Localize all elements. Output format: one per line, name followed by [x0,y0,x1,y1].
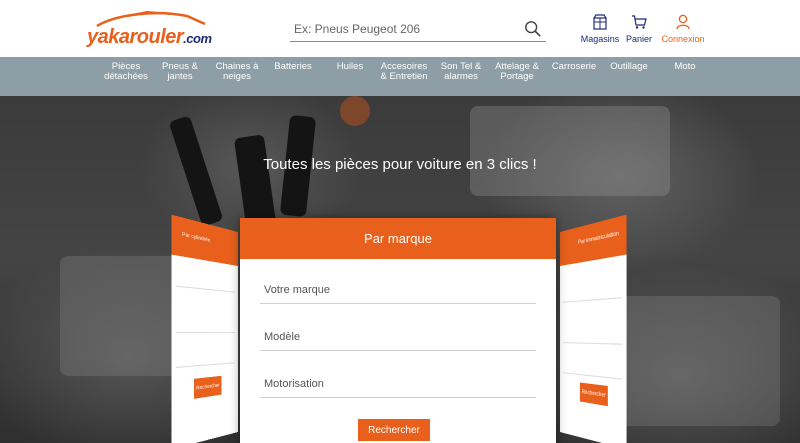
card-left-divider-2 [175,332,235,334]
hero-title: Toutes les pièces pour voiture en 3 clic… [263,156,537,173]
logo-domain: .com [183,31,212,46]
rechercher-button[interactable]: Rechercher [358,419,430,441]
connexion-label: Connexion [661,34,705,44]
card-right-divider-2 [563,342,623,345]
engine-input[interactable] [260,372,536,396]
logo-text: yakarouler.com [87,26,212,49]
search-card-marque: Par marque Rechercher [240,218,556,443]
nav-item-chaines[interactable]: Chaines à neiges [214,62,260,82]
logo-name: yakarouler [87,26,184,48]
nav-item-pieces[interactable]: Pièces détachées [98,62,154,82]
cable-connector-shape [233,134,277,228]
connexion-link[interactable]: Connexion [661,14,705,44]
card-left-search-button[interactable]: Rechercher [194,375,222,399]
nav-item-huiles[interactable]: Huiles [330,62,370,72]
user-icon [676,14,690,30]
header: yakarouler.com Magasins Panier Co [0,0,800,57]
brand-field [260,278,536,304]
card-left-title: Par cylindrée [182,231,211,245]
nav-item-accessoires[interactable]: Accesoires & Entretien [377,62,431,82]
magasins-link[interactable]: Magasins [579,14,621,44]
main-card-title: Par marque [240,218,556,259]
logo[interactable]: yakarouler.com [87,10,217,49]
nav-item-carroserie[interactable]: Carroserie [549,62,599,72]
panier-link[interactable]: Panier [624,14,654,44]
engine-part-shape [470,106,670,196]
card-left-divider-3 [175,362,235,369]
nav-item-batteries[interactable]: Batteries [270,62,316,72]
brand-input[interactable] [260,278,536,302]
cart-icon [632,15,647,29]
search-icon[interactable] [524,20,542,38]
orange-cap-shape [340,96,370,126]
engine-field [260,372,536,398]
nav-item-pneus[interactable]: Pneus & jantes [158,62,202,82]
magasins-label: Magasins [580,34,620,44]
search-input[interactable] [290,18,510,40]
card-right-title: Par immatriculation [578,230,619,247]
engine-block-shape [620,296,780,426]
search-card-immatriculation[interactable]: Par immatriculation Rechercher [560,214,627,443]
main-nav: Pièces détachées Pneus & jantes Chaines … [0,57,800,96]
card-right-divider [563,297,623,303]
search-card-cylindree[interactable]: Par cylindrée Rechercher [171,214,238,443]
card-right-divider-3 [563,372,623,380]
nav-item-moto[interactable]: Moto [666,62,704,72]
card-left-divider [175,285,235,293]
nav-item-outillage[interactable]: Outillage [606,62,652,72]
model-input[interactable] [260,325,536,349]
nav-item-son-tel[interactable]: Son Tel & alarmes [438,62,484,82]
search-bar [290,18,546,42]
nav-item-attelage[interactable]: Attelage & Portage [492,62,542,82]
model-field [260,325,536,351]
panier-label: Panier [625,34,652,44]
store-icon [593,14,607,30]
card-right-search-button[interactable]: Rechercher [579,382,608,407]
